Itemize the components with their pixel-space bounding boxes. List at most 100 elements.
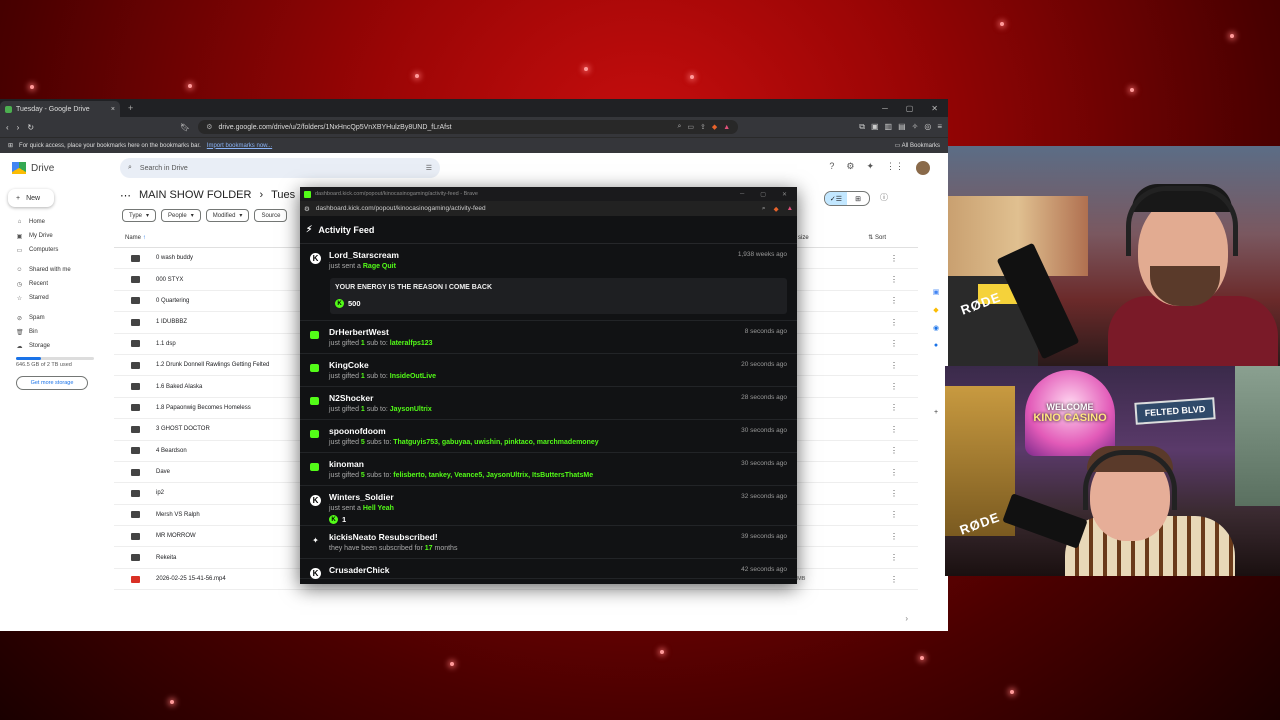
apps-icon[interactable]: ⊞ — [8, 142, 13, 149]
menu-icon[interactable]: ≡ — [937, 122, 942, 132]
sidebar-item-bin[interactable]: 🗑︎ Bin — [0, 325, 110, 339]
more-actions-icon[interactable]: ⋮ — [890, 382, 898, 391]
help-icon[interactable]: ? — [829, 161, 834, 175]
more-actions-icon[interactable]: ⋮ — [890, 318, 898, 327]
folder-icon — [131, 532, 140, 540]
calendar-icon[interactable]: ▣ — [933, 288, 940, 296]
more-actions-icon[interactable]: ⋮ — [890, 468, 898, 477]
tab-google-drive[interactable]: Tuesday - Google Drive × — [0, 101, 120, 117]
maximize-icon[interactable]: ▢ — [760, 191, 766, 198]
event-username[interactable]: kickisNeato Resubscribed! — [329, 532, 787, 543]
sidebar-item-spam[interactable]: ⊘ Spam — [0, 311, 110, 325]
sidebar-item-recent[interactable]: ◷ Recent — [0, 277, 110, 291]
sidebar-item-starred[interactable]: ☆ Starred — [0, 291, 110, 305]
filter-source[interactable]: Source — [254, 209, 288, 222]
minimize-icon[interactable]: ─ — [882, 104, 888, 113]
settings-gear-icon[interactable]: ⚙ — [846, 161, 854, 175]
bookmark-icon[interactable]: 🔖︎ — [180, 123, 190, 132]
sidebar-toggle-icon[interactable]: ▥ — [885, 122, 893, 132]
filter-people[interactable]: People ▾ — [161, 209, 201, 222]
more-actions-icon[interactable]: ⋮ — [890, 296, 898, 305]
more-actions-icon[interactable]: ⋮ — [890, 403, 898, 412]
new-button[interactable]: + New — [8, 189, 54, 207]
sort-button[interactable]: ⇅ Sort — [868, 234, 886, 241]
grid-view-icon[interactable]: ⊞ — [847, 192, 869, 205]
brave-shield-icon[interactable]: ◆ — [712, 123, 717, 131]
event-username[interactable]: DrHerbertWest — [329, 327, 787, 338]
avatar[interactable] — [916, 161, 930, 175]
contacts-icon[interactable]: ● — [934, 342, 938, 349]
close-tab-icon[interactable]: × — [111, 106, 115, 113]
ai-icon[interactable]: ✧ — [912, 122, 919, 132]
screenshot-icon[interactable]: ▣ — [871, 122, 879, 132]
vpn-icon[interactable]: ◎ — [924, 122, 931, 132]
brave-rewards-icon[interactable]: ▲ — [787, 205, 793, 213]
filter-modified[interactable]: Modified ▾ — [205, 209, 250, 222]
sidebar-item-computers[interactable]: ▭ Computers — [0, 243, 110, 257]
wallet-icon[interactable]: ▤ — [898, 122, 906, 132]
event-username[interactable]: Lord_Starscream — [329, 250, 787, 261]
new-tab-button[interactable]: + — [128, 103, 133, 113]
more-actions-icon[interactable]: ⋮ — [890, 446, 898, 455]
keep-icon[interactable]: ◆ — [933, 306, 938, 314]
site-info-icon[interactable]: ⚙︎ — [304, 205, 310, 213]
share-icon[interactable]: ⇪ — [700, 123, 706, 131]
event-username[interactable]: Winters_Soldier — [329, 492, 787, 503]
get-more-storage-button[interactable]: Get more storage — [16, 376, 88, 390]
brave-shield-icon[interactable]: ◆ — [774, 205, 779, 213]
drive-logo[interactable]: Drive — [12, 162, 112, 174]
maximize-icon[interactable]: ▢ — [906, 104, 914, 113]
minimize-icon[interactable]: ─ — [740, 191, 744, 198]
sidebar-item-storage[interactable]: ☁ Storage — [0, 339, 110, 353]
view-toggle[interactable]: ✓☰ ⊞ — [824, 191, 870, 206]
zoom-icon[interactable]: ⌕ — [762, 205, 766, 213]
drive-search-input[interactable]: ⌕ Search in Drive ☰ — [120, 158, 440, 178]
brave-rewards-icon[interactable]: ▲ — [723, 124, 730, 131]
tasks-icon[interactable]: ◉ — [933, 324, 939, 332]
reload-icon[interactable]: ↻ — [27, 123, 34, 132]
more-actions-icon[interactable]: ⋮ — [890, 339, 898, 348]
col-name[interactable]: Name ↑ — [125, 235, 146, 241]
more-actions-icon[interactable]: ⋮ — [890, 532, 898, 541]
breadcrumb-current[interactable]: Tues — [271, 189, 295, 201]
event-username[interactable]: N2Shocker — [329, 393, 787, 404]
popup-address-bar[interactable]: ⚙︎ dashboard.kick.com/popout/kinocasinog… — [300, 201, 797, 216]
search-options-icon[interactable]: ☰ — [426, 164, 432, 172]
event-username[interactable]: CrusaderChick — [329, 565, 787, 576]
event-username[interactable]: spoonofdoom — [329, 426, 787, 437]
event-username[interactable]: kinoman — [329, 459, 787, 470]
close-window-icon[interactable]: ✕ — [931, 104, 938, 113]
more-actions-icon[interactable]: ⋮ — [890, 510, 898, 519]
filter-type[interactable]: Type ▾ — [122, 209, 157, 222]
more-actions-icon[interactable]: ⋮ — [890, 275, 898, 284]
event-username[interactable]: KingCoke — [329, 360, 787, 371]
cast-icon[interactable]: ▭ — [687, 123, 694, 131]
more-actions-icon[interactable]: ⋮ — [890, 425, 898, 434]
col-size[interactable]: size — [798, 235, 809, 241]
gemini-icon[interactable]: ✦ — [866, 161, 874, 175]
all-bookmarks-button[interactable]: ▭ All Bookmarks — [895, 142, 940, 149]
breadcrumb-item[interactable]: MAIN SHOW FOLDER — [139, 189, 251, 201]
back-icon[interactable]: ‹ — [6, 123, 9, 132]
list-view-icon[interactable]: ✓☰ — [825, 192, 847, 205]
more-actions-icon[interactable]: ⋮ — [890, 575, 898, 584]
more-actions-icon[interactable]: ⋮ — [890, 361, 898, 370]
sidebar-item-home[interactable]: ⌂ Home — [0, 215, 110, 229]
scroll-arrow-icon[interactable]: › — [905, 614, 908, 623]
forward-icon[interactable]: › — [17, 123, 20, 132]
zoom-icon[interactable]: ⌕ — [677, 123, 681, 131]
sidebar-item-shared[interactable]: ☺ Shared with me — [0, 263, 110, 277]
import-bookmarks-link[interactable]: Import bookmarks now... — [207, 143, 272, 149]
site-info-icon[interactable]: ⚙︎ — [206, 123, 212, 131]
add-panel-icon[interactable]: + — [934, 409, 938, 416]
more-actions-icon[interactable]: ⋮ — [890, 553, 898, 562]
sidebar-item-my-drive[interactable]: ▣ My Drive — [0, 229, 110, 243]
more-actions-icon[interactable]: ⋮ — [890, 254, 898, 263]
extension-icon[interactable]: ⧉ — [859, 122, 865, 132]
more-actions-icon[interactable]: ⋮ — [890, 489, 898, 498]
close-window-icon[interactable]: ✕ — [782, 191, 787, 198]
info-icon[interactable]: ⓘ — [880, 192, 888, 203]
address-bar[interactable]: ⚙︎ drive.google.com/drive/u/2/folders/1N… — [198, 120, 739, 134]
apps-grid-icon[interactable]: ⋮⋮ — [886, 161, 904, 175]
breadcrumb-more-icon[interactable]: ⋯ — [120, 189, 131, 202]
